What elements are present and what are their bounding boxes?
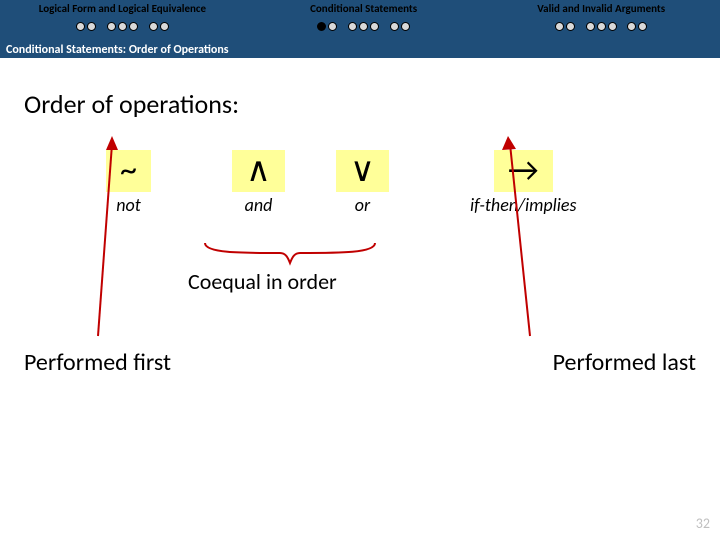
page-number: 32 [696,515,710,532]
nav-section-conditional: Conditional Statements [245,0,483,38]
nav-title: Conditional Statements [245,2,483,15]
brace-icon [200,238,380,268]
operator-or: ∨ or [336,150,389,216]
nav-title: Logical Form and Logical Equivalence [0,2,245,15]
progress-dots [482,17,720,36]
arrow-last-icon [480,136,540,346]
symbol-and: ∧ [232,150,285,192]
symbol-or: ∨ [336,150,389,192]
progress-dots [0,17,245,36]
operator-and: ∧ and [232,150,285,216]
header-bar: Logical Form and Logical Equivalence Con… [0,0,720,58]
nav-section-valid-invalid: Valid and Invalid Arguments [482,0,720,38]
nav-title: Valid and Invalid Arguments [482,2,720,15]
slide-title: Order of operations: [24,88,696,120]
arrow-first-icon [88,136,128,346]
label-or: or [336,194,389,216]
nav-sections: Logical Form and Logical Equivalence Con… [0,0,720,38]
label-and: and [232,194,285,216]
performed-last-label: Performed last [553,348,696,377]
nav-section-logical-form: Logical Form and Logical Equivalence [0,0,245,38]
slide-body: Order of operations: ~ not ∧ and ∨ or → … [0,58,720,270]
coequal-label: Coequal in order [188,268,337,295]
slide-subtitle: Conditional Statements: Order of Operati… [6,43,229,57]
progress-dots [245,17,483,36]
performed-first-label: Performed first [24,348,171,377]
